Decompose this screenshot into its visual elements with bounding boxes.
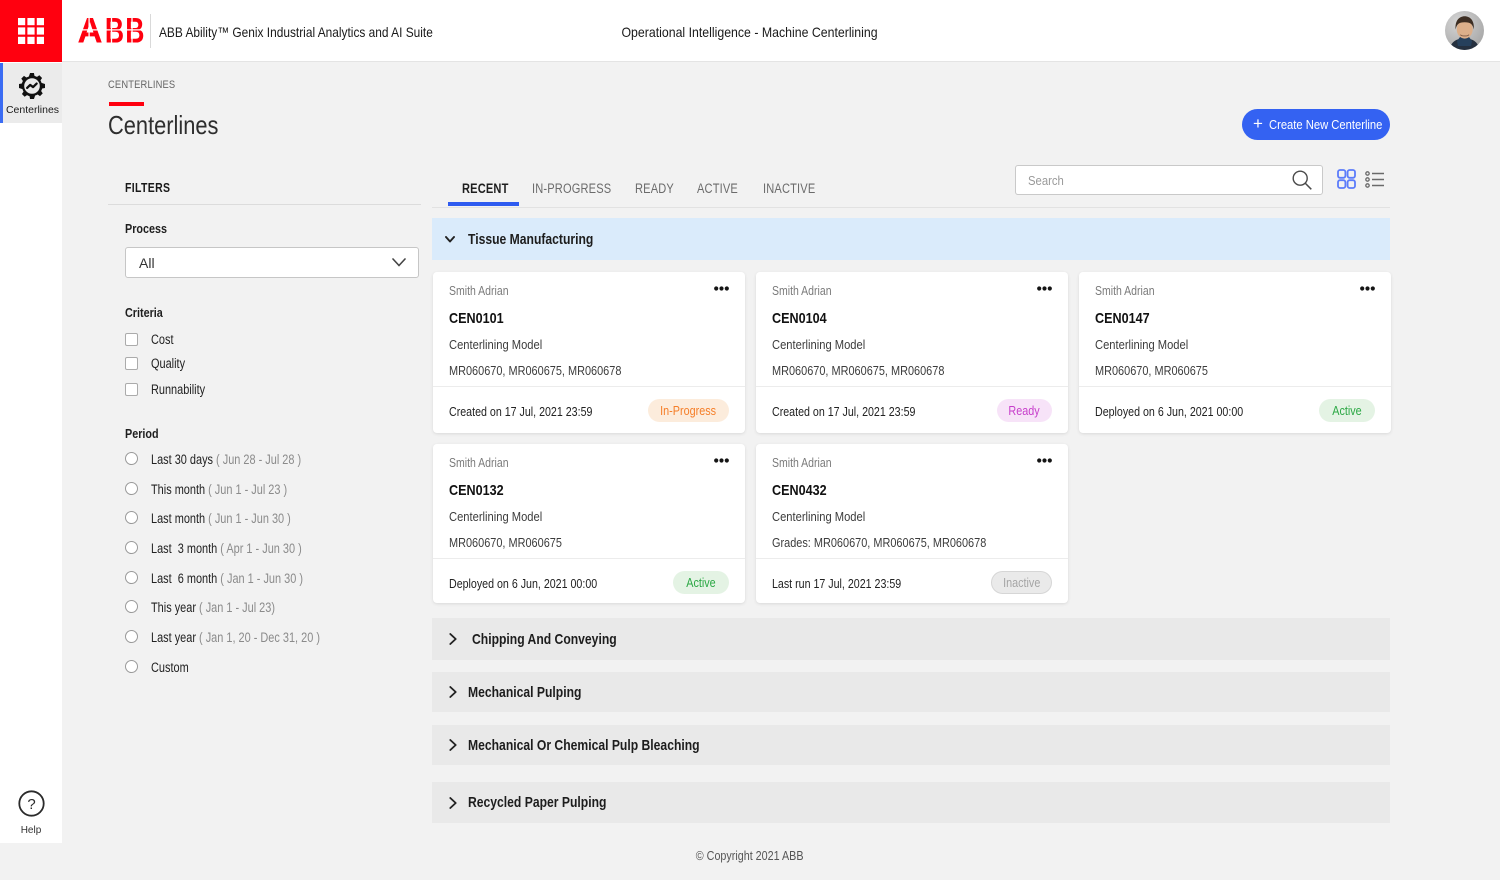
svg-text:?: ? [27, 796, 35, 813]
